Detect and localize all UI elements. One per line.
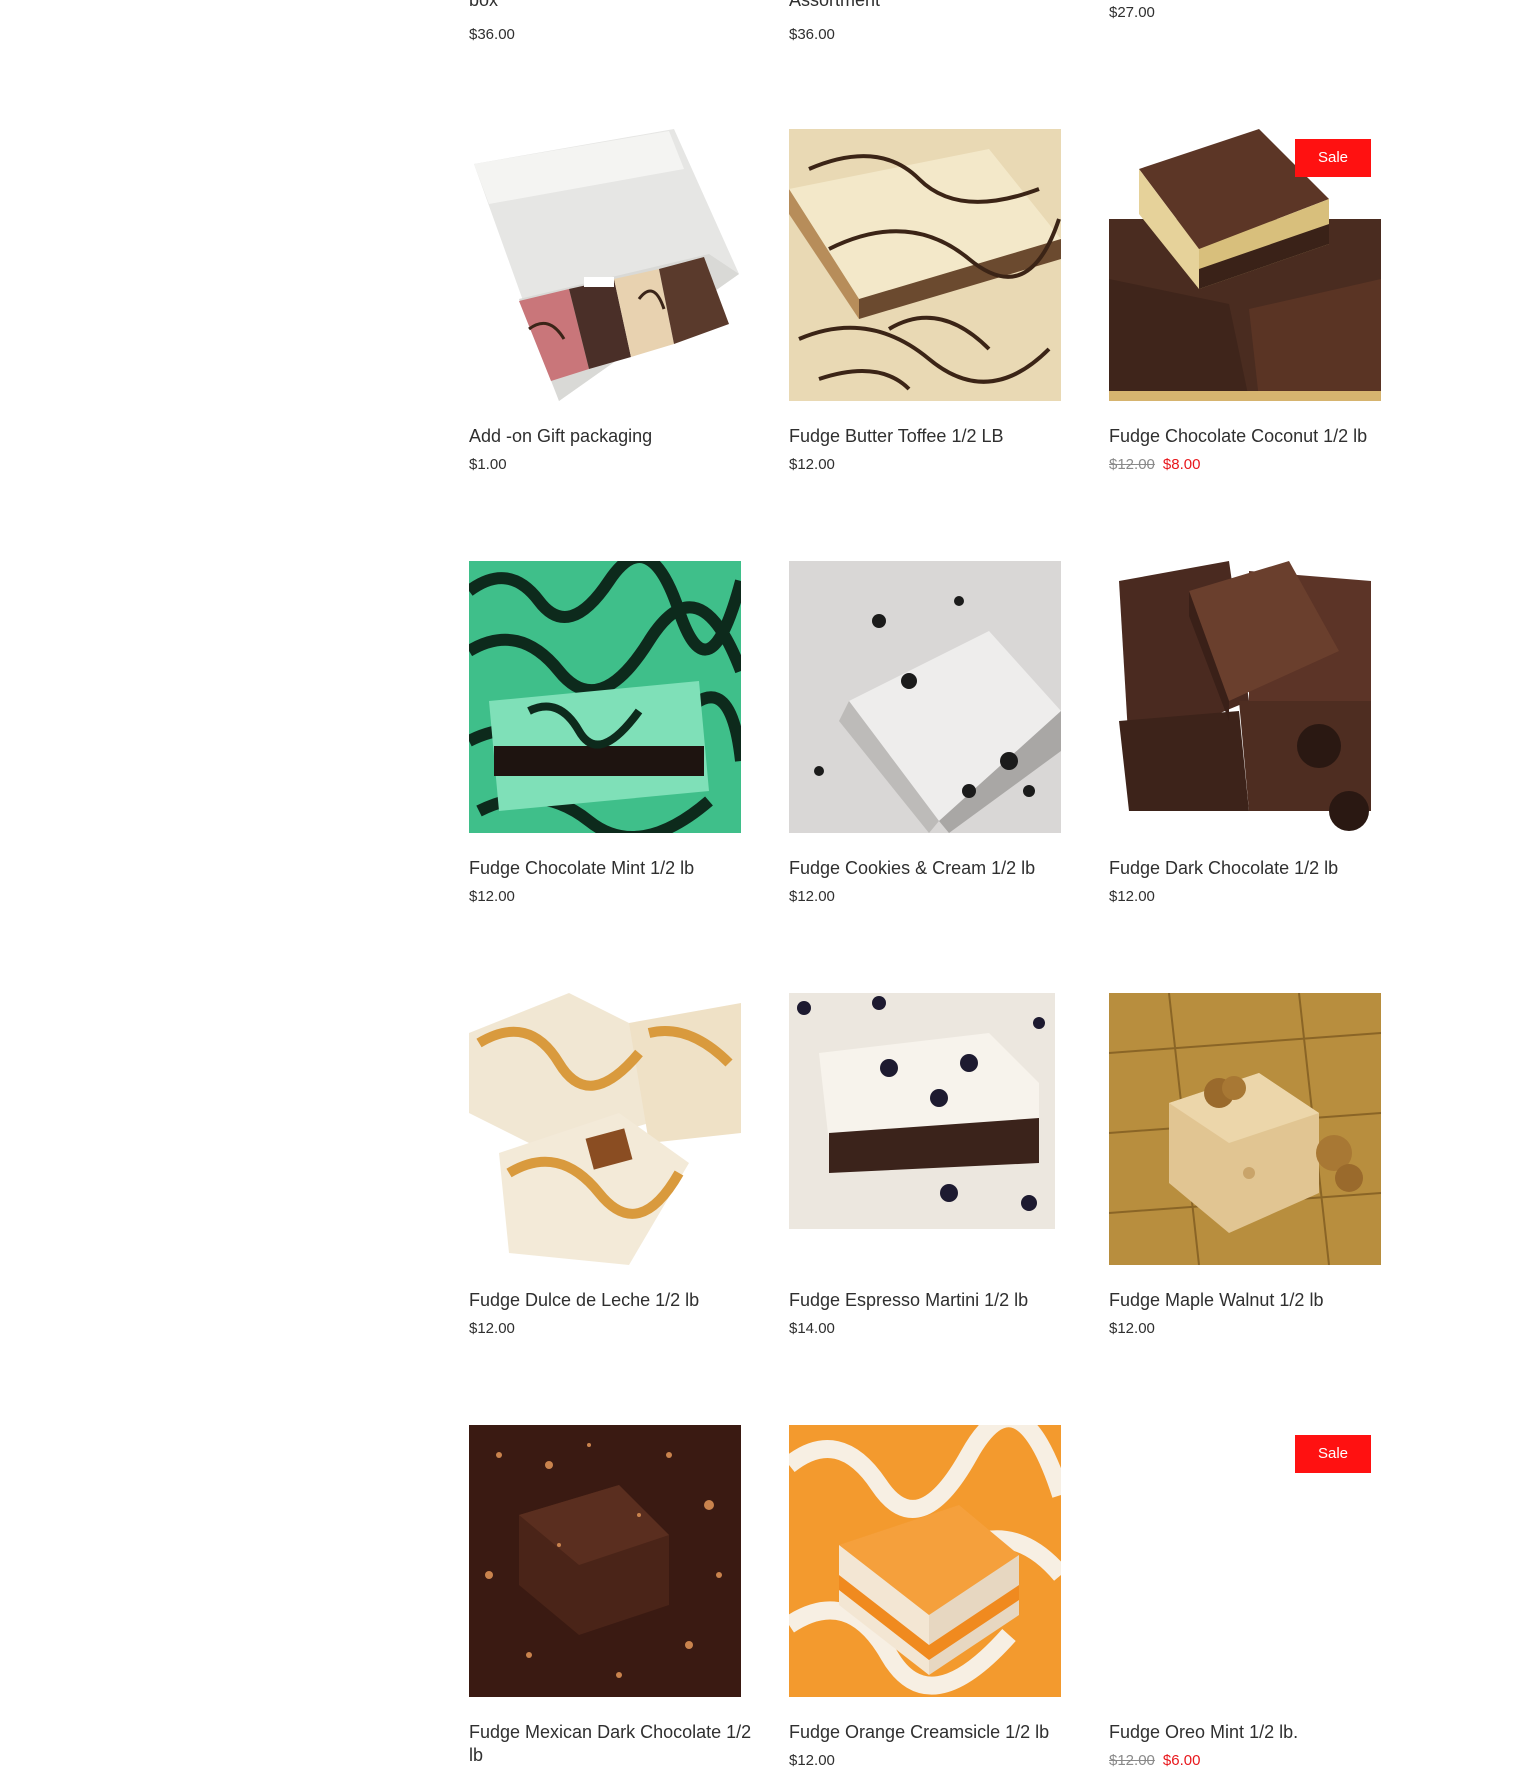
product-price: $12.00 <box>789 456 835 473</box>
sale-price: $6.00 <box>1162 1752 1201 1769</box>
product-image[interactable] <box>1109 561 1381 833</box>
product-image[interactable] <box>1109 993 1381 1265</box>
product-name[interactable]: Fudge Cookies & Cream 1/2 lb <box>789 857 1079 880</box>
product-price: $12.00 <box>789 1752 835 1769</box>
espresso-martini-image <box>789 993 1061 1265</box>
product-image[interactable] <box>789 993 1061 1265</box>
product-price: $14.00 <box>789 1320 835 1337</box>
product-image[interactable] <box>469 1425 741 1697</box>
product-name[interactable]: Fudge Chocolate Coconut 1/2 lb <box>1109 425 1399 448</box>
product-name[interactable]: Fudge Mexican Dark Chocolate 1/2 lb <box>469 1721 759 1767</box>
product-name[interactable]: Fudge Butter Toffee 1/2 LB <box>789 425 1079 448</box>
product-name[interactable]: Fudge Oreo Mint 1/2 lb. <box>1109 1721 1399 1744</box>
product-name[interactable]: Fudge Orange Creamsicle 1/2 lb <box>789 1721 1079 1744</box>
product-image[interactable] <box>469 129 741 401</box>
product-image[interactable] <box>789 561 1061 833</box>
product-price: $36.00 <box>789 26 835 43</box>
product-price: $1.00 <box>469 456 507 473</box>
orange-creamsicle-image <box>789 1425 1061 1697</box>
sale-badge: Sale <box>1295 1435 1371 1473</box>
original-price: $12.00 <box>1109 1752 1155 1769</box>
product-name[interactable]: box <box>469 0 759 12</box>
product-price: $12.00 <box>789 888 835 905</box>
product-price: $36.00 <box>469 26 515 43</box>
original-price: $12.00 <box>1109 456 1155 473</box>
sale-badge: Sale <box>1295 139 1371 177</box>
product-image[interactable]: Sale <box>1109 1425 1381 1697</box>
product-price: $12.00 <box>1109 888 1155 905</box>
product-image[interactable]: Sale <box>1109 129 1381 401</box>
product-price: $12.00 <box>469 888 515 905</box>
sale-price: $8.00 <box>1162 456 1201 473</box>
product-gallery-page: box $36.00 Assortment $36.00 $27.00 Add … <box>0 0 1530 1777</box>
product-price: $12.00 $8.00 <box>1109 456 1200 474</box>
cookies-cream-image <box>789 561 1061 833</box>
dark-chocolate-image <box>1109 561 1381 833</box>
gift-box-image <box>469 129 741 401</box>
product-image[interactable] <box>789 129 1061 401</box>
product-name[interactable]: Fudge Espresso Martini 1/2 lb <box>789 1289 1079 1312</box>
butter-toffee-image <box>789 129 1061 401</box>
chocolate-mint-image <box>469 561 741 833</box>
product-price: $12.00 <box>469 1320 515 1337</box>
product-name[interactable]: Fudge Chocolate Mint 1/2 lb <box>469 857 759 880</box>
product-image[interactable] <box>469 561 741 833</box>
product-name[interactable]: Fudge Maple Walnut 1/2 lb <box>1109 1289 1399 1312</box>
product-name[interactable]: Assortment <box>789 0 1079 12</box>
mexican-dark-chocolate-image <box>469 1425 741 1697</box>
product-price: $12.00 $6.00 <box>1109 1752 1200 1770</box>
maple-walnut-image <box>1109 993 1381 1265</box>
product-image[interactable] <box>789 1425 1061 1697</box>
product-image[interactable] <box>469 993 741 1265</box>
product-name[interactable]: Add -on Gift packaging <box>469 425 759 448</box>
product-price: $12.00 <box>1109 1320 1155 1337</box>
product-name[interactable]: Fudge Dark Chocolate 1/2 lb <box>1109 857 1399 880</box>
product-price: $27.00 <box>1109 4 1155 21</box>
dulce-de-leche-image <box>469 993 741 1265</box>
product-name[interactable]: Fudge Dulce de Leche 1/2 lb <box>469 1289 759 1312</box>
